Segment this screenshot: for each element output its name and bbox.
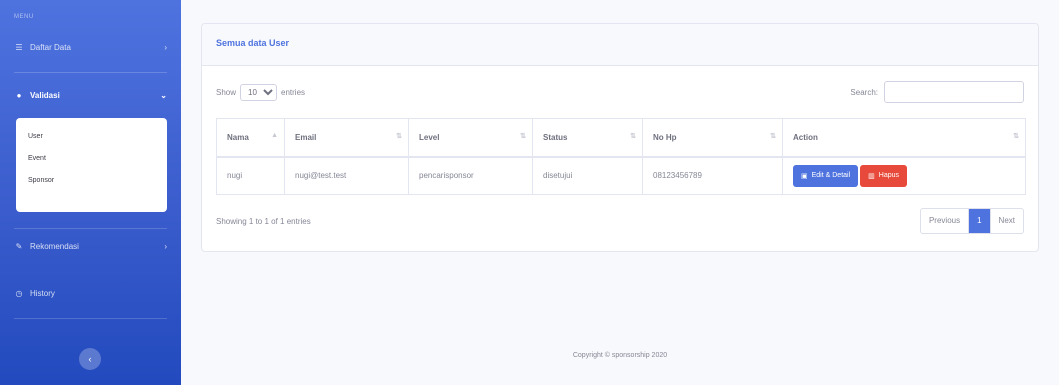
copyright-footer: Copyright © sponsorship 2020 (572, 352, 668, 359)
cell-level: pencarisponsor (408, 156, 533, 195)
list-icon: ☰ (15, 42, 23, 52)
sidebar-item-label: Rekomendasi (30, 241, 79, 251)
sidebar-divider (14, 72, 167, 73)
pagination: Previous 1 Next (919, 208, 1024, 234)
search-input[interactable] (884, 81, 1024, 103)
sidebar-item-label: History (30, 288, 55, 298)
column-header-email[interactable]: Email ⇅ (284, 118, 409, 158)
sidebar-item-daftar-data[interactable]: ☰ Daftar Data › (0, 34, 181, 60)
user-table: Nama ▲ Email ⇅ Level ⇅ Status ⇅ No Hp ⇅ Actio… (216, 118, 1026, 195)
sort-icon: ⇅ (520, 133, 526, 140)
sort-icon: ⇅ (396, 133, 402, 140)
sidebar-divider (14, 318, 167, 319)
datatable-footer: Showing 1 to 1 of 1 entries Previous 1 N… (216, 208, 1024, 234)
sidebar-divider (14, 228, 167, 229)
datatable-controls: Show 10 entries Search: (216, 80, 1024, 104)
sort-icon: ⇅ (630, 133, 636, 140)
sort-asc-icon: ▲ (271, 132, 278, 139)
chevron-right-icon: › (164, 42, 167, 52)
circle-icon: ● (16, 90, 22, 100)
sidebar-submenu: User Event Sponsor (16, 118, 167, 212)
entries-select[interactable]: 10 (240, 83, 278, 101)
cell-email: nugi@test.test (284, 156, 409, 195)
page-button-current[interactable]: 1 (969, 209, 991, 233)
chevron-right-icon: › (164, 241, 167, 251)
show-label: Show (216, 87, 237, 97)
edit-icon: ▣ (801, 172, 808, 180)
search-label: Search: (850, 87, 878, 97)
table-header-row: Nama ▲ Email ⇅ Level ⇅ Status ⇅ No Hp ⇅ Actio… (216, 118, 1026, 158)
trash-icon: ▥ (868, 172, 875, 180)
pen-icon: ✎ (15, 241, 23, 251)
submenu-item-user[interactable]: User (16, 126, 167, 148)
sidebar-toggle-button[interactable]: ‹ (79, 348, 101, 370)
sort-icon: ⇅ (1013, 133, 1019, 140)
cell-no-hp: 08123456789 (642, 156, 783, 195)
chevron-down-icon: ⌄ (160, 90, 167, 100)
sort-icon: ⇅ (770, 133, 776, 140)
sidebar-item-rekomendasi[interactable]: ✎ Rekomendasi › (0, 233, 181, 259)
card-title: Semua data User (202, 24, 1038, 66)
sidebar-item-history[interactable]: ◷ History (0, 280, 181, 306)
table-info: Showing 1 to 1 of 1 entries (216, 216, 311, 226)
column-header-no-hp[interactable]: No Hp ⇅ (642, 118, 783, 158)
sidebar-item-label: Daftar Data (30, 42, 71, 52)
sidebar-item-label: Validasi (30, 90, 60, 100)
column-header-nama[interactable]: Nama ▲ (216, 118, 285, 158)
previous-button[interactable]: Previous (921, 209, 970, 233)
edit-detail-button[interactable]: ▣ Edit & Detail (793, 164, 859, 187)
delete-button[interactable]: ▥ Hapus (860, 164, 908, 187)
sidebar-heading: MENU (14, 14, 34, 20)
submenu-item-event[interactable]: Event (16, 148, 167, 170)
cell-action: ▣ Edit & Detail ▥ Hapus (782, 156, 1026, 195)
cell-nama: nugi (216, 156, 285, 195)
user-data-card: Semua data User Show 10 entries Search: … (201, 23, 1039, 252)
sidebar: MENU ☰ Daftar Data › ● Validasi ⌄ User E… (0, 0, 181, 385)
column-header-action[interactable]: Action ⇅ (782, 118, 1026, 158)
submenu-item-sponsor[interactable]: Sponsor (16, 170, 167, 192)
clock-icon: ◷ (15, 288, 23, 298)
entries-label: entries (281, 87, 306, 97)
search-group: Search: (850, 81, 1024, 103)
column-header-status[interactable]: Status ⇅ (532, 118, 643, 158)
column-header-level[interactable]: Level ⇅ (408, 118, 533, 158)
cell-status: disetujui (532, 156, 643, 195)
sidebar-item-validasi[interactable]: ● Validasi ⌄ (0, 82, 181, 108)
table-row: nugi nugi@test.test pencarisponsor diset… (216, 156, 1026, 195)
next-button[interactable]: Next (991, 209, 1023, 233)
